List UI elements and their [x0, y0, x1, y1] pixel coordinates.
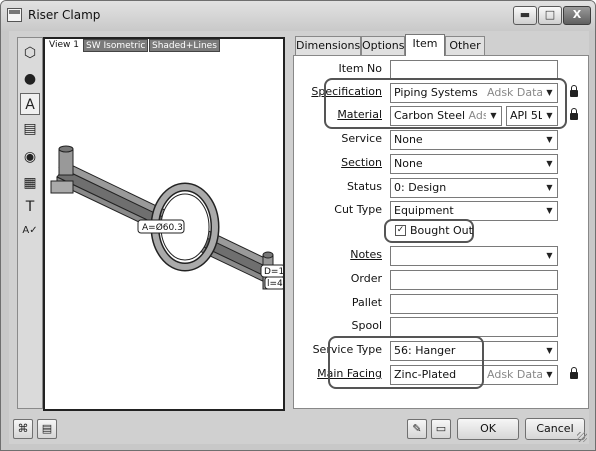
- tab-other[interactable]: Other: [445, 36, 485, 55]
- view-toolstrip: ⬡ ● A ▤ ◉ ▦ T A✓: [17, 37, 43, 409]
- section-select[interactable]: None ▼: [390, 154, 558, 174]
- spool-field[interactable]: [390, 317, 558, 337]
- status-label: Status: [346, 180, 382, 193]
- cube-view-icon[interactable]: ⬡: [20, 42, 40, 64]
- bought-out-checkbox[interactable]: ✓: [395, 225, 406, 236]
- title-bar[interactable]: Riser Clamp ▬ □ X: [1, 1, 595, 31]
- preview-viewport[interactable]: View 1 SW Isometric Shaded+Lines A=Ø60.3…: [43, 37, 285, 411]
- properties-icon[interactable]: ▤: [20, 118, 40, 140]
- item-no-label: Item No: [338, 62, 383, 75]
- notes-label[interactable]: Notes: [350, 248, 382, 261]
- cancel-button[interactable]: Cancel: [525, 418, 585, 440]
- properties-panel: Dimensions Options Item Other Item No Sp…: [291, 31, 589, 411]
- chevron-down-icon: ▼: [542, 342, 557, 360]
- item-no-field[interactable]: [390, 60, 558, 80]
- text-style-icon[interactable]: T: [20, 196, 40, 218]
- service-label: Service: [341, 132, 382, 145]
- bought-out-label[interactable]: Bought Out: [410, 224, 473, 237]
- service-value: None: [394, 133, 423, 146]
- material-sphere-icon[interactable]: ◉: [20, 146, 40, 168]
- properties-icon[interactable]: ▤: [37, 419, 57, 439]
- chevron-down-icon: ▼: [542, 155, 557, 173]
- section-label[interactable]: Section: [341, 156, 382, 169]
- pallet-label: Pallet: [351, 296, 382, 309]
- cut-type-value: Equipment: [394, 204, 454, 217]
- spool-label: Spool: [351, 319, 382, 332]
- spell-check-icon[interactable]: A✓: [20, 220, 40, 242]
- grid-settings-icon[interactable]: ▦: [20, 172, 40, 194]
- tab-dimensions[interactable]: Dimensions: [295, 36, 361, 55]
- minimize-button[interactable]: ▬: [513, 6, 537, 25]
- tab-options[interactable]: Options: [361, 36, 405, 55]
- spec-material-highlight: [324, 78, 567, 129]
- view-tab-sw-isometric[interactable]: SW Isometric: [83, 39, 149, 52]
- dimension-d-label: D=19: [264, 267, 283, 277]
- service-select[interactable]: None ▼: [390, 130, 558, 150]
- lock-icon: [570, 108, 578, 120]
- order-label: Order: [350, 272, 382, 285]
- tab-item[interactable]: Item: [405, 34, 445, 56]
- cut-type-select[interactable]: Equipment ▼: [390, 201, 558, 221]
- chevron-down-icon: ▼: [542, 179, 557, 197]
- app-window-icon: [7, 8, 22, 22]
- riser-clamp-drawing: A=Ø60.3 D=19 l=40: [50, 145, 283, 290]
- cut-type-label: Cut Type: [334, 203, 382, 216]
- dimension-l-label: l=40: [267, 279, 283, 289]
- chevron-down-icon: ▼: [542, 202, 557, 220]
- close-button[interactable]: X: [563, 6, 591, 25]
- ok-button[interactable]: OK: [457, 418, 519, 440]
- pallet-field[interactable]: [390, 294, 558, 314]
- window-title: Riser Clamp: [28, 8, 101, 22]
- status-value: 0: Design: [394, 181, 447, 194]
- chevron-down-icon: ▼: [542, 247, 557, 265]
- dimension-a-label: A=Ø60.3: [142, 222, 183, 233]
- order-field[interactable]: [390, 270, 558, 290]
- dialog-body: ⬡ ● A ▤ ◉ ▦ T A✓ View 1 SW Isometric Sha…: [9, 31, 589, 444]
- render-sphere-icon[interactable]: ●: [20, 68, 40, 90]
- status-select[interactable]: 0: Design ▼: [390, 178, 558, 198]
- notes-select[interactable]: ▼: [390, 246, 558, 266]
- text-tool-icon[interactable]: A: [20, 93, 40, 115]
- item-tab-page: Item No Specification Piping Systems Ads…: [293, 55, 589, 409]
- lock-icon: [570, 85, 578, 97]
- view-tabs: View 1 SW Isometric Shaded+Lines: [45, 39, 283, 53]
- chevron-down-icon: ▼: [542, 131, 557, 149]
- image-icon[interactable]: ▭: [431, 419, 451, 439]
- brush-icon[interactable]: ✎: [407, 419, 427, 439]
- chevron-down-icon: ▼: [542, 366, 557, 384]
- view-tab-shaded-lines[interactable]: Shaded+Lines: [149, 39, 220, 52]
- riser-clamp-dialog: Riser Clamp ▬ □ X ⬡ ● A ▤ ◉ ▦ T A✓ View …: [0, 0, 596, 451]
- section-value: None: [394, 157, 423, 170]
- maximize-button[interactable]: □: [538, 6, 562, 25]
- catalog-icon[interactable]: ⌘: [13, 419, 33, 439]
- lock-icon: [570, 367, 578, 379]
- view-tab-view1[interactable]: View 1: [47, 39, 81, 52]
- service-facing-highlight: [328, 336, 484, 389]
- resize-grip[interactable]: [577, 432, 587, 442]
